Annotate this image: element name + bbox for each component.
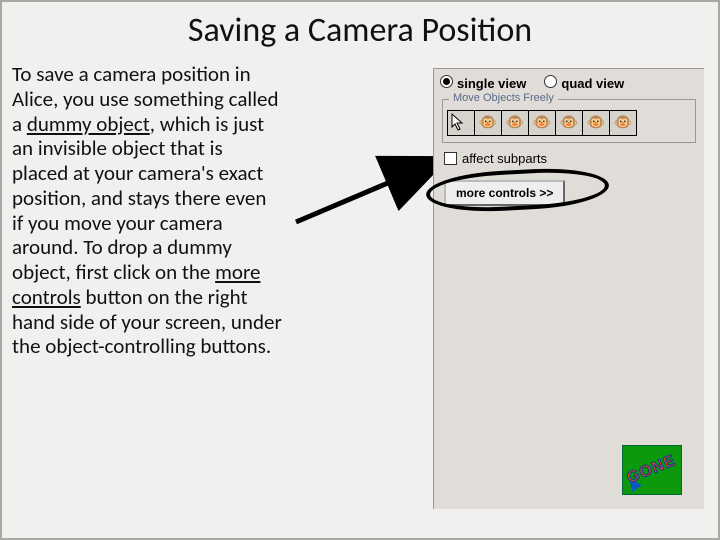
gone-label: GONE xyxy=(625,452,679,488)
tool-7[interactable]: 🐵 xyxy=(609,110,637,136)
body-emph-dummy: dummy object xyxy=(27,111,150,137)
more-controls-wrap: more controls >> xyxy=(444,180,694,206)
tool-4[interactable]: 🐵 xyxy=(528,110,555,136)
monkey-icon: 🐵 xyxy=(479,116,498,131)
tool-row: 🐵 🐵 🐵 🐵 🐵 🐵 xyxy=(447,110,691,136)
radio-selected-icon xyxy=(440,75,453,88)
tool-6[interactable]: 🐵 xyxy=(582,110,609,136)
tool-select[interactable] xyxy=(447,110,474,136)
move-objects-title: Move Objects Freely xyxy=(449,92,558,104)
single-view-option[interactable]: single view xyxy=(440,75,526,91)
single-view-label: single view xyxy=(457,76,526,91)
monkey-icon: 🐵 xyxy=(560,116,579,131)
body-text: To save a camera position in Alice, you … xyxy=(12,62,282,359)
cursor-icon xyxy=(448,111,474,135)
more-controls-button[interactable]: more controls >> xyxy=(444,180,565,206)
affect-subparts-label: affect subparts xyxy=(462,151,547,166)
checkbox-icon xyxy=(444,152,457,165)
gone-badge[interactable]: GONE xyxy=(622,445,682,495)
monkey-icon: 🐵 xyxy=(506,116,525,131)
monkey-icon: 🐵 xyxy=(533,116,552,131)
move-objects-group: Move Objects Freely 🐵 🐵 🐵 🐵 🐵 🐵 xyxy=(442,99,696,143)
slide-title: Saving a Camera Position xyxy=(2,2,718,55)
affect-subparts[interactable]: affect subparts xyxy=(444,151,694,166)
tool-2[interactable]: 🐵 xyxy=(474,110,501,136)
quad-view-label: quad view xyxy=(561,76,624,91)
monkey-icon: 🐵 xyxy=(614,116,633,131)
monkey-icon: 🐵 xyxy=(587,116,606,131)
tool-3[interactable]: 🐵 xyxy=(501,110,528,136)
alice-panel: single view quad view Move Objects Freel… xyxy=(433,68,704,509)
radio-icon xyxy=(544,75,557,88)
tool-5[interactable]: 🐵 xyxy=(555,110,582,136)
quad-view-option[interactable]: quad view xyxy=(544,75,624,91)
